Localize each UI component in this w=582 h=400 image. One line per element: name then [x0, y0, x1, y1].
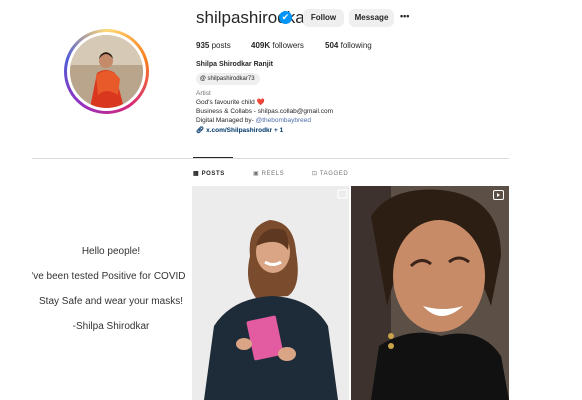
bio-line-2: Business & Collabs - shilpas.collab@gmai… — [196, 108, 334, 115]
more-options-icon[interactable]: ••• — [400, 11, 409, 21]
tab-tagged-label: TAGGED — [319, 171, 349, 177]
followers-stat[interactable]: 409K followers — [251, 41, 304, 50]
tagged-icon: ⊡ — [312, 171, 318, 177]
post-text-line: -Shilpa Shirodkar — [72, 321, 150, 332]
post-text-line: I've been tested Positive for COVID — [32, 271, 186, 282]
post-text-line: Hello people! — [81, 246, 141, 257]
link-more: + 1 — [274, 127, 284, 134]
verified-badge-icon: ✔ — [279, 11, 292, 24]
post-photo — [192, 186, 349, 400]
avatar[interactable] — [70, 35, 143, 108]
follow-button[interactable]: Follow — [303, 9, 344, 27]
post-thumbnail-text[interactable]: Hello people! I've been tested Positive … — [32, 186, 190, 400]
bio-text-3: Digital Managed by- — [196, 117, 256, 124]
tabs-divider — [32, 158, 509, 159]
message-button[interactable]: Message — [349, 9, 394, 27]
post-thumbnail-photo[interactable] — [192, 186, 349, 400]
reel-photo — [351, 186, 509, 400]
reel-indicator-icon — [493, 190, 504, 200]
following-label: following — [340, 41, 372, 50]
tab-tagged[interactable]: ⊡ TAGGED — [312, 170, 348, 177]
active-tab-indicator — [193, 157, 233, 158]
tab-posts-label: POSTS — [201, 171, 225, 177]
tab-reels-label: REELS — [261, 171, 285, 177]
bio-line-1: God's favourite child ❤️ — [196, 98, 265, 106]
profile-full-name: Shilpa Shirodkar Ranjit — [196, 61, 274, 68]
post-text-line: Stay Safe and wear your masks! — [39, 296, 183, 307]
posts-label: posts — [211, 41, 231, 50]
posts-count: 935 — [196, 41, 210, 50]
link-text: x.com/Shilpashirodkr — [206, 127, 273, 134]
followers-label: followers — [272, 41, 304, 50]
tab-posts[interactable]: ▦ POSTS — [193, 170, 225, 177]
following-stat[interactable]: 504 following — [325, 41, 372, 50]
threads-handle: shilpashirodkar73 — [207, 76, 255, 82]
threads-icon: @ — [200, 76, 206, 82]
avatar-photo — [70, 35, 143, 108]
heart-icon: ❤️ — [256, 99, 265, 106]
posts-stat: 935 posts — [196, 41, 231, 50]
post-thumbnail-reel[interactable] — [351, 186, 509, 400]
reels-icon: ▣ — [253, 171, 260, 177]
grid-icon: ▦ — [193, 171, 200, 177]
tab-reels[interactable]: ▣ REELS — [253, 170, 284, 177]
threads-badge[interactable]: @ shilpashirodkar73 — [196, 73, 260, 85]
manager-mention-link[interactable]: @thebombaybreed — [256, 117, 311, 124]
bio-line-3: Digital Managed by- @thebombaybreed — [196, 117, 311, 124]
profile-category: Artist — [196, 90, 211, 97]
followers-count: 409K — [251, 41, 271, 50]
link-icon: 🔗︎ — [196, 127, 205, 134]
following-count: 504 — [325, 41, 339, 50]
bio-text-1: God's favourite child — [196, 99, 255, 106]
external-link[interactable]: 🔗︎ x.com/Shilpashirodkr + 1 — [196, 126, 283, 134]
